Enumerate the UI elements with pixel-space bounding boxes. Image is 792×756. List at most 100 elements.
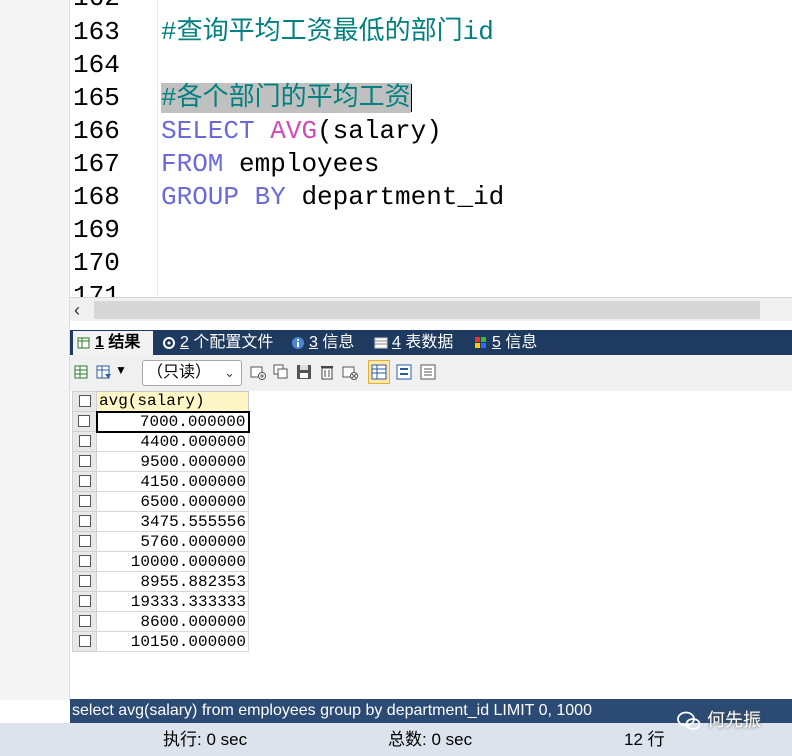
scroll-left-icon[interactable]: ‹ [74, 298, 80, 322]
duplicate-row-icon[interactable] [273, 364, 289, 380]
row-checkbox[interactable] [72, 411, 97, 432]
result-grid-area: avg(salary) 7000.000000 4400.000000 9500… [70, 391, 792, 699]
table-cell[interactable]: 5760.000000 [96, 531, 249, 552]
code-line-select: SELECT AVG(salary) [161, 116, 442, 146]
watermark: 何先振 [676, 706, 761, 734]
code-line-from: FROM employees [161, 149, 379, 179]
wechat-icon [677, 711, 701, 731]
scrollbar-thumb[interactable] [94, 301, 760, 319]
add-row-icon[interactable] [250, 364, 266, 380]
chevron-down-icon[interactable]: ▼ [115, 363, 127, 377]
result-grid-icon [77, 337, 90, 349]
table-data-icon [374, 337, 388, 349]
sql-keyword: SELECT [161, 116, 255, 146]
line-number: 163 [73, 17, 120, 47]
form-view-icon[interactable] [396, 364, 412, 380]
table-cell[interactable]: 10000.000000 [96, 551, 249, 572]
line-number: 162 [73, 0, 120, 13]
tab-info-2[interactable]: 5 信息 [470, 331, 548, 355]
table-row[interactable]: 9500.000000 [72, 451, 249, 472]
tab-profile[interactable]: 2 个配置文件 [158, 331, 282, 355]
table-cell[interactable]: 4400.000000 [96, 431, 249, 452]
row-count: 12 行 [624, 730, 665, 749]
table-cell[interactable]: 3475.555556 [96, 511, 249, 532]
pane-splitter[interactable] [70, 321, 792, 330]
line-number: 171 [73, 281, 120, 297]
result-tabs: 1 结果 2 个配置文件 3 信息 4 表数据 5 信息 [70, 330, 792, 355]
table-cell[interactable]: 8600.000000 [96, 611, 249, 632]
table-row[interactable]: 10000.000000 [72, 551, 249, 572]
tab-label: 结果 [108, 334, 141, 351]
table-row[interactable]: 7000.000000 [72, 410, 250, 433]
readonly-mode-value: （只读） [147, 364, 212, 381]
total-time: 总数: 0 sec [388, 730, 473, 749]
import-icon[interactable] [96, 364, 112, 380]
horizontal-scrollbar[interactable]: ‹ [70, 297, 792, 321]
row-checkbox[interactable] [72, 491, 97, 512]
code-comment-line: #查询平均工资最低的部门id [161, 17, 494, 47]
sql-function: AVG [270, 116, 318, 146]
table-cell[interactable]: 9500.000000 [96, 451, 249, 472]
table-row[interactable]: 4400.000000 [72, 431, 249, 452]
sql-argument: (salary) [317, 116, 442, 146]
table-row[interactable]: 8600.000000 [72, 611, 249, 632]
grid-view-icon [371, 364, 387, 380]
table-cell[interactable]: 4150.000000 [96, 471, 249, 492]
cancel-changes-icon[interactable] [342, 364, 358, 380]
sql-keyword: FROM [161, 149, 224, 179]
table-cell[interactable]: 19333.333333 [96, 591, 249, 612]
left-panel-strip [0, 0, 70, 700]
results-toolbar: ▼ （只读） ⌄ [70, 355, 792, 391]
row-checkbox[interactable] [72, 471, 97, 492]
tab-number: 2 [180, 334, 189, 351]
row-checkbox[interactable] [72, 631, 97, 652]
row-checkbox[interactable] [72, 551, 97, 572]
table-row[interactable]: 8955.882353 [72, 571, 249, 592]
line-number: 169 [73, 215, 120, 245]
save-icon[interactable] [296, 364, 312, 380]
table-row[interactable]: 4150.000000 [72, 471, 249, 492]
tab-result[interactable]: 1 结果 [73, 331, 153, 355]
sql-editor[interactable]: 162 163 164 165 166 167 168 169 170 171 … [70, 0, 792, 297]
row-checkbox[interactable] [72, 431, 97, 452]
column-header[interactable]: avg(salary) [96, 391, 249, 412]
line-number: 167 [73, 149, 120, 179]
table-cell[interactable]: 7000.000000 [95, 410, 250, 433]
delete-icon[interactable] [319, 364, 335, 380]
tab-label: 表数据 [405, 334, 454, 351]
table-row[interactable]: 19333.333333 [72, 591, 249, 612]
code-comment-line-selected: #各个部门的平均工资 [161, 83, 412, 113]
info-colored-icon [475, 337, 486, 348]
line-number: 166 [73, 116, 120, 146]
text-view-icon[interactable] [420, 364, 436, 380]
tab-label: 信息 [322, 334, 355, 351]
export-icon[interactable] [74, 364, 90, 380]
grid-view-toggle[interactable] [368, 360, 390, 384]
row-checkbox[interactable] [72, 531, 97, 552]
info-icon [292, 337, 304, 349]
table-row[interactable]: 10150.000000 [72, 631, 249, 652]
tab-label: 个配置文件 [193, 334, 274, 351]
row-checkbox[interactable] [72, 591, 97, 612]
readonly-mode-select[interactable]: （只读） ⌄ [142, 360, 242, 386]
table-row[interactable]: 5760.000000 [72, 531, 249, 552]
row-checkbox[interactable] [72, 611, 97, 632]
row-checkbox[interactable] [72, 511, 97, 532]
selected-comment-text: #各个部门的平均工资 [161, 83, 411, 113]
code-line-group-by: GROUP BY department_id [161, 182, 504, 212]
line-number: 168 [73, 182, 120, 212]
profile-icon [163, 337, 175, 349]
select-all-checkbox[interactable] [72, 391, 97, 412]
exec-time: 执行: 0 sec [163, 730, 248, 749]
line-number: 165 [73, 83, 120, 113]
table-row[interactable]: 6500.000000 [72, 491, 249, 512]
table-cell[interactable]: 10150.000000 [96, 631, 249, 652]
tab-info[interactable]: 3 信息 [287, 331, 365, 355]
row-checkbox[interactable] [72, 451, 97, 472]
row-checkbox[interactable] [72, 571, 97, 592]
tab-table-data[interactable]: 4 表数据 [370, 331, 466, 355]
table-cell[interactable]: 6500.000000 [96, 491, 249, 512]
table-row[interactable]: 3475.555556 [72, 511, 249, 532]
tab-number: 3 [309, 334, 318, 351]
table-cell[interactable]: 8955.882353 [96, 571, 249, 592]
